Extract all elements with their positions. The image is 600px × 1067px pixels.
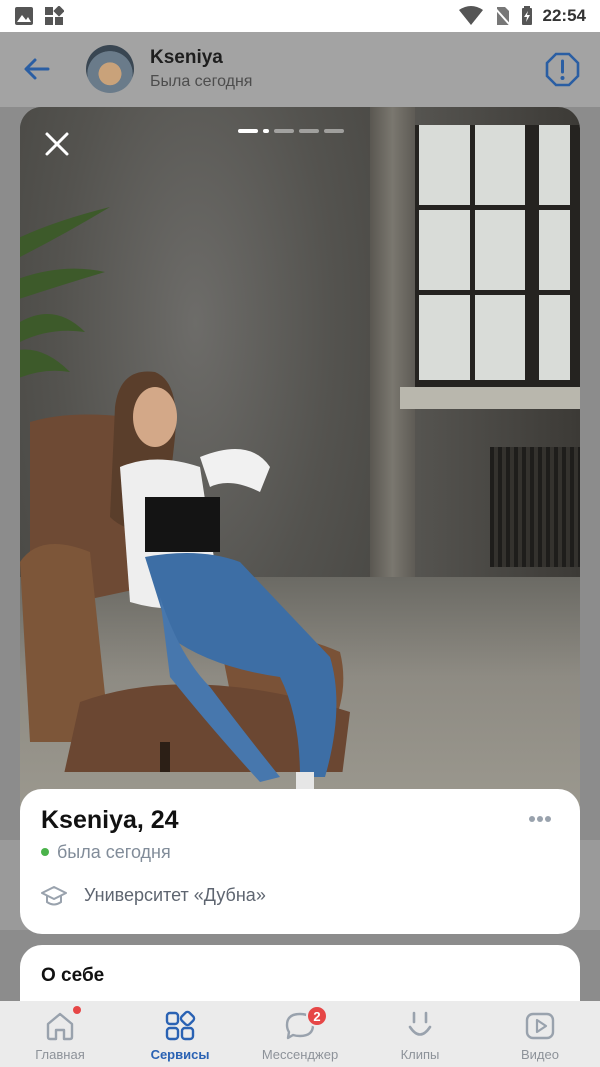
profile-online-status: была сегодня [57,842,171,862]
photo-progress-segment [263,129,269,133]
tab-video[interactable]: Видео [480,1001,600,1067]
battery-icon [521,6,532,25]
tab-home[interactable]: Главная [0,1001,120,1067]
photo-progress-segment [238,129,258,133]
tab-services[interactable]: Сервисы [120,1001,240,1067]
more-icon[interactable] [528,815,552,823]
tab-label: Мессенджер [261,1047,339,1062]
clock: 22:54 [542,6,586,25]
apps-icon [45,6,64,25]
online-indicator [41,848,49,856]
status-bar: 22:54 [0,0,600,32]
report-icon[interactable] [545,52,580,87]
profile-university[interactable]: Университет «Дубна» [84,885,266,906]
profile-info-card: Kseniya, 24 была сегодня Университет «Ду… [20,789,580,934]
tab-label: Видео [521,1047,559,1062]
photo-progress-segment [324,129,344,133]
no-sim-icon [492,6,511,26]
back-arrow-icon[interactable] [22,54,52,84]
chat-name: Kseniya [150,47,223,68]
notification-dot [73,1006,81,1014]
wifi-icon [458,6,483,25]
profile-photo[interactable] [20,107,580,827]
video-icon [525,1012,555,1040]
photo-progress-segment [299,129,319,133]
profile-name-age: Kseniya, 24 [41,806,179,834]
bottom-tab-bar: Главная Сервисы 2 Мессенджер Клипы Видео [0,1001,600,1067]
services-icon [165,1010,196,1041]
close-icon[interactable] [44,131,70,157]
about-title: О себе [41,965,105,986]
tab-label: Главная [35,1047,85,1062]
gallery-icon [15,7,33,25]
avatar[interactable] [86,45,134,93]
tab-messenger[interactable]: 2 Мессенджер [240,1001,360,1067]
person [110,371,337,790]
photo-progress [238,129,344,133]
radiator [490,447,580,567]
photo-progress-segment [274,129,294,133]
tab-label: Клипы [400,1047,440,1062]
home-icon [46,1012,74,1041]
tab-label: Сервисы [150,1047,210,1062]
chat-status: Была сегодня [150,73,253,90]
chat-header: Kseniya Была сегодня [0,32,600,107]
clips-icon [408,1011,432,1036]
tab-clips[interactable]: Клипы [360,1001,480,1067]
window [415,125,580,390]
graduation-cap-icon [41,886,67,906]
unread-badge: 2 [306,1005,328,1027]
